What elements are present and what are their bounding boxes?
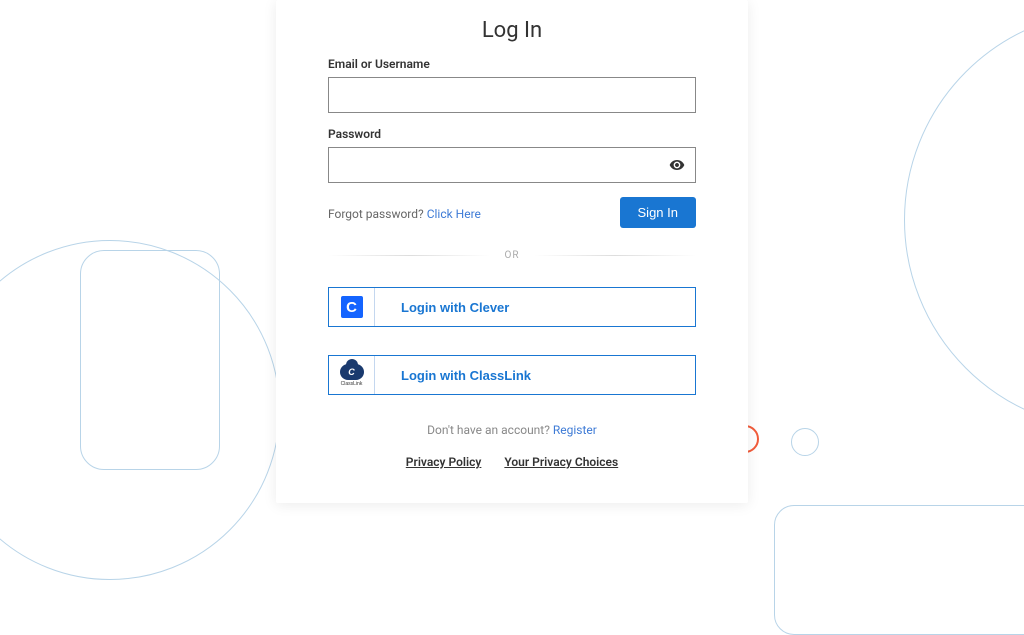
- email-input[interactable]: [328, 77, 696, 113]
- privacy-policy-link[interactable]: Privacy Policy: [406, 455, 482, 469]
- email-label: Email or Username: [328, 57, 696, 71]
- login-with-clever-button[interactable]: C Login with Clever: [328, 287, 696, 327]
- classlink-button-label: Login with ClassLink: [375, 368, 695, 383]
- toggle-password-visibility-icon[interactable]: [668, 156, 686, 174]
- privacy-choices-link[interactable]: Your Privacy Choices: [504, 455, 618, 469]
- clever-icon: C: [329, 288, 375, 326]
- password-input[interactable]: [328, 147, 696, 183]
- footer-links: Privacy Policy Your Privacy Choices: [328, 455, 696, 469]
- signin-button[interactable]: Sign In: [620, 197, 696, 228]
- password-field-group: Password: [328, 127, 696, 183]
- page-title: Log In: [328, 18, 696, 43]
- classlink-icon: C ClassLink: [329, 356, 375, 394]
- email-field-group: Email or Username: [328, 57, 696, 113]
- forgot-signin-row: Forgot password? Click Here Sign In: [328, 197, 696, 228]
- register-link[interactable]: Register: [553, 423, 597, 437]
- login-card: Log In Email or Username Password Forgot…: [276, 0, 748, 503]
- register-prompt: Don't have an account? Register: [328, 423, 696, 437]
- divider-label: OR: [490, 250, 533, 261]
- clever-button-label: Login with Clever: [375, 300, 695, 315]
- password-label: Password: [328, 127, 696, 141]
- forgot-password-text: Forgot password? Click Here: [328, 203, 481, 222]
- login-with-classlink-button[interactable]: C ClassLink Login with ClassLink: [328, 355, 696, 395]
- forgot-password-link[interactable]: Click Here: [427, 207, 481, 221]
- or-divider: OR: [328, 250, 696, 261]
